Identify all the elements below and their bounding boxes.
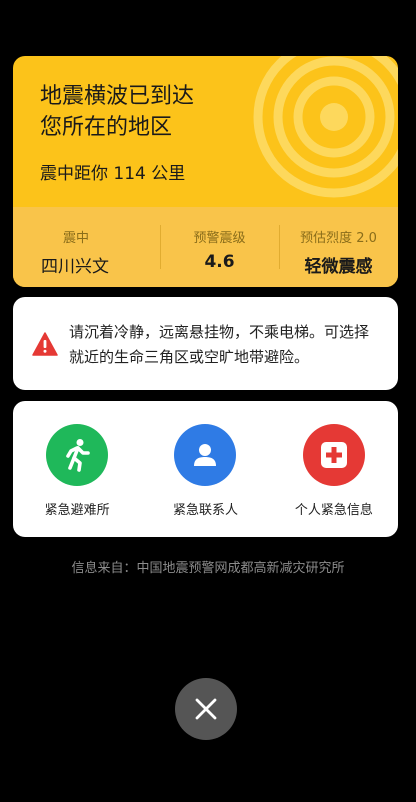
info-source: 信息来自：中国地震预警网成都高新减灾研究所 [71, 561, 345, 576]
stat-epicenter-label: 震中 [63, 231, 90, 246]
stat-intensity-value: 轻微震感 [304, 257, 373, 277]
emergency-contact-label: 紧急联系人 [172, 503, 238, 518]
stat-magnitude-label: 预警震级 [193, 231, 246, 246]
safety-advice-card: 请沉着冷静，远离悬挂物，不乘电梯。可选择就近的生命三角区或空旷地带避险。 [13, 297, 398, 390]
person-icon [174, 424, 237, 486]
epicenter-distance: 震中距你 114 公里 [40, 164, 186, 184]
stat-epicenter-value: 四川兴文 [41, 257, 109, 277]
close-icon [195, 698, 217, 720]
emergency-shelter-label: 紧急避难所 [44, 503, 110, 518]
close-button[interactable] [175, 678, 237, 740]
medical-cross-icon [302, 424, 365, 486]
stat-magnitude: 预警震级 4.6 [160, 207, 279, 287]
safety-advice-text: 请沉着冷静，远离悬挂物，不乘电梯。可选择就近的生命三角区或空旷地带避险。 [69, 323, 370, 366]
running-person-icon [46, 424, 109, 486]
earthquake-alert-card: 地震横波已到达 您所在的地区 震中距你 114 公里 震中 四川兴文 预警震级 … [13, 56, 398, 287]
stat-intensity: 预估烈度 2.0 轻微震感 [279, 207, 398, 287]
alert-headline: 地震横波已到达 您所在的地区 [40, 84, 195, 140]
emergency-actions-card: 紧急避难所 紧急联系人 个人紧急信息 [13, 401, 398, 537]
stat-epicenter: 震中 四川兴文 [13, 207, 160, 287]
warning-triangle-icon [32, 332, 58, 356]
stat-intensity-label: 预估烈度 2.0 [300, 231, 377, 246]
emergency-shelter-button[interactable]: 紧急避难所 [13, 401, 141, 537]
personal-emergency-info-button[interactable]: 个人紧急信息 [270, 401, 398, 537]
personal-emergency-info-label: 个人紧急信息 [294, 503, 373, 518]
emergency-contact-button[interactable]: 紧急联系人 [141, 401, 269, 537]
stat-magnitude-value: 4.6 [204, 252, 235, 272]
alert-stats: 震中 四川兴文 预警震级 4.6 预估烈度 2.0 轻微震感 [13, 207, 398, 287]
